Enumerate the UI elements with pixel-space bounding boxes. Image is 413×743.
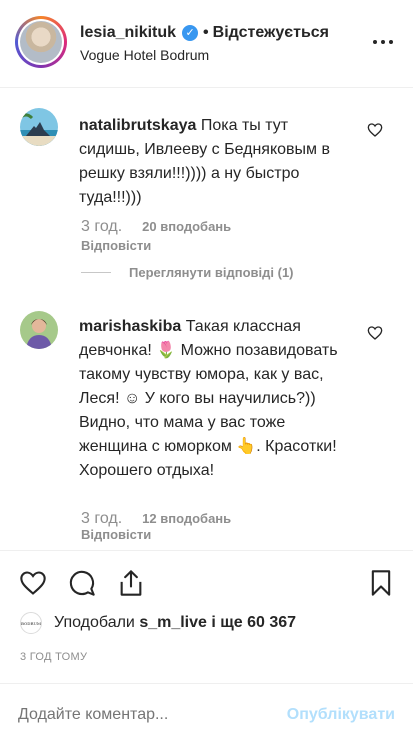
reply-button[interactable]: Відповісти [81, 527, 151, 542]
header-username[interactable]: lesia_nikituk [80, 24, 176, 42]
heart-icon[interactable] [367, 122, 383, 138]
heart-icon[interactable] [367, 325, 383, 341]
separator-dot: • [203, 24, 209, 41]
likes-count[interactable]: і ще 60 367 [211, 614, 296, 632]
share-icon[interactable] [117, 569, 145, 597]
more-options-icon[interactable] [373, 40, 393, 46]
comment-body: marishaskiba Такая классная девчонка! 🌷 … [79, 315, 349, 483]
comment-bubble-icon[interactable] [68, 569, 96, 597]
post-location[interactable]: Vogue Hotel Bodrum [80, 47, 209, 63]
commenter-avatar[interactable] [20, 108, 58, 146]
likes-summary[interactable]: BODRUM Уподобали s_m_live і ще 60 367 [20, 610, 296, 636]
comment-input[interactable] [18, 706, 258, 724]
view-replies-label: Переглянути відповіді (1) [129, 265, 294, 280]
comment-meta: 3 год. 20 вподобань [81, 218, 231, 236]
post-header: lesia_nikituk ✓ • Відстежується Vogue Ho… [0, 0, 413, 88]
heart-icon[interactable] [19, 569, 47, 597]
profile-avatar[interactable] [15, 16, 67, 68]
comment-time[interactable]: 3 год. [81, 218, 122, 236]
liker-avatar[interactable]: BODRUM [20, 612, 42, 634]
comment-likes[interactable]: 20 вподобань [142, 219, 231, 234]
comment-body: natalibrutskaya Пока ты тут сидишь, Ивле… [79, 114, 349, 210]
comment-username[interactable]: natalibrutskaya [79, 117, 196, 134]
bookmark-icon[interactable] [367, 569, 395, 597]
reply-button[interactable]: Відповісти [81, 238, 151, 253]
following-button[interactable]: Відстежується [213, 24, 329, 42]
liker-username[interactable]: s_m_live [139, 614, 207, 632]
comment-username[interactable]: marishaskiba [79, 318, 181, 335]
publish-button[interactable]: Опублікувати [287, 706, 395, 724]
divider-line [81, 272, 111, 273]
commenter-avatar[interactable] [20, 311, 58, 349]
add-comment-bar: Опублікувати [0, 683, 413, 743]
header-user-line: lesia_nikituk ✓ • Відстежується [80, 24, 329, 42]
comment-meta: 3 год. 12 вподобань [81, 510, 231, 528]
comment-text: Такая классная девчонка! 🌷 Можно позавид… [79, 318, 338, 479]
verified-badge-icon: ✓ [182, 25, 199, 41]
post-action-bar [0, 550, 413, 610]
view-replies-button[interactable]: Переглянути відповіді (1) [81, 265, 294, 280]
comment-likes[interactable]: 12 вподобань [142, 511, 231, 526]
post-timestamp[interactable]: 3 ГОД ТОМУ [20, 651, 87, 663]
likes-prefix: Уподобали [54, 614, 135, 631]
comment-time[interactable]: 3 год. [81, 510, 122, 528]
